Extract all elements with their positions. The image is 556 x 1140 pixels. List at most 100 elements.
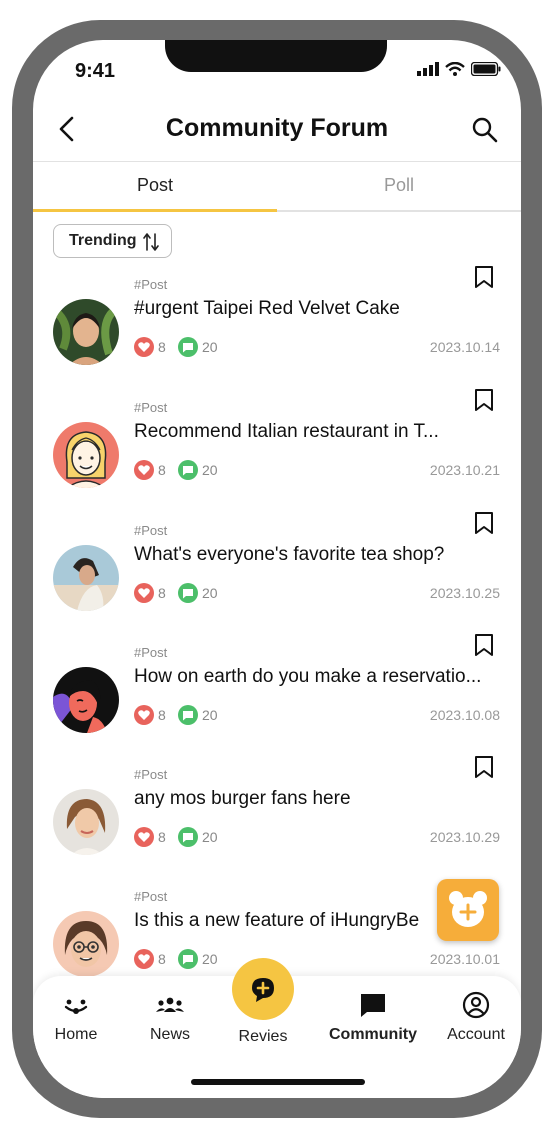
post-item[interactable]: #Post any mos burger fans here 8 20 2023… — [33, 756, 521, 889]
avatar — [53, 299, 119, 365]
tab-poll-label: Poll — [383, 175, 414, 195]
comment-icon — [178, 827, 198, 847]
comment-count[interactable]: 20 — [178, 460, 218, 480]
comment-icon — [178, 583, 198, 603]
bookmark-icon[interactable] — [473, 388, 495, 412]
nav-community-label: Community — [329, 1026, 417, 1043]
bear-plus-icon — [449, 891, 487, 927]
comment-icon — [178, 705, 198, 725]
post-item[interactable]: #Post #urgent Taipei Red Velvet Cake 8 2… — [33, 266, 521, 399]
post-date: 2023.10.01 — [429, 951, 500, 967]
post-title[interactable]: #urgent Taipei Red Velvet Cake — [134, 298, 503, 320]
post-date: 2023.10.14 — [429, 339, 500, 355]
app-header: Community Forum — [33, 96, 521, 162]
people-icon — [156, 997, 184, 1012]
post-title[interactable]: Recommend Italian restaurant in T... — [134, 421, 503, 443]
chat-plus-icon — [252, 978, 274, 1002]
status-time: 9:41 — [75, 60, 116, 82]
message-icon — [361, 994, 385, 1017]
avatar — [53, 667, 119, 733]
page-title: Community Forum — [165, 114, 389, 142]
comment-count-value: 20 — [202, 829, 218, 845]
post-date: 2023.10.08 — [429, 707, 500, 723]
post-title[interactable]: How on earth do you make a reservatio... — [134, 666, 503, 688]
post-tag: #Post — [134, 889, 168, 904]
like-count[interactable]: 8 — [134, 827, 166, 847]
like-count-value: 8 — [158, 585, 166, 601]
tab-bar: Post Poll — [33, 162, 521, 212]
nav-account[interactable]: Account — [441, 990, 511, 1044]
avatar — [53, 422, 119, 488]
comment-count[interactable]: 20 — [178, 949, 218, 969]
comment-count-value: 20 — [202, 707, 218, 723]
status-icons — [417, 62, 501, 76]
nav-news-label: News — [149, 1026, 190, 1043]
signal-icon — [417, 62, 439, 76]
tab-poll[interactable]: Poll — [277, 162, 521, 210]
trending-label: Trending — [69, 232, 137, 249]
notch — [165, 40, 387, 72]
bookmark-icon[interactable] — [473, 511, 495, 535]
trending-sort-button[interactable]: Trending — [53, 224, 172, 258]
nav-account-label: Account — [447, 1026, 505, 1043]
nav-reviews[interactable]: Revies — [229, 1028, 297, 1046]
post-item[interactable]: #Post What's everyone's favorite tea sho… — [33, 512, 521, 645]
tab-post-label: Post — [136, 175, 174, 195]
like-count[interactable]: 8 — [134, 705, 166, 725]
tab-underline — [33, 209, 277, 212]
avatar — [53, 789, 119, 855]
search-icon[interactable] — [471, 116, 499, 144]
comment-count-value: 20 — [202, 951, 218, 967]
write-review-button[interactable] — [232, 958, 294, 1020]
like-count[interactable]: 8 — [134, 949, 166, 969]
bookmark-icon[interactable] — [473, 633, 495, 657]
heart-icon — [134, 583, 154, 603]
like-count-value: 8 — [158, 829, 166, 845]
post-tag: #Post — [134, 523, 168, 538]
heart-icon — [134, 337, 154, 357]
comment-icon — [178, 460, 198, 480]
post-title[interactable]: What's everyone's favorite tea shop? — [134, 544, 503, 566]
like-count[interactable]: 8 — [134, 583, 166, 603]
comment-count[interactable]: 20 — [178, 705, 218, 725]
like-count-value: 8 — [158, 707, 166, 723]
avatar — [53, 911, 119, 977]
post-title[interactable]: any mos burger fans here — [134, 788, 503, 810]
comment-icon — [178, 949, 198, 969]
bookmark-icon[interactable] — [473, 755, 495, 779]
comment-icon — [178, 337, 198, 357]
app-screen: 9:41 Community Forum Post Poll Trending … — [33, 40, 521, 1098]
comment-count-value: 20 — [202, 339, 218, 355]
battery-icon — [471, 62, 501, 76]
nav-reviews-label: Revies — [238, 1028, 288, 1045]
heart-icon — [134, 705, 154, 725]
post-date: 2023.10.25 — [429, 585, 500, 601]
heart-icon — [134, 827, 154, 847]
like-count-value: 8 — [158, 951, 166, 967]
home-indicator — [191, 1079, 365, 1085]
like-count[interactable]: 8 — [134, 337, 166, 357]
comment-count-value: 20 — [202, 585, 218, 601]
post-tag: #Post — [134, 645, 168, 660]
post-tag: #Post — [134, 400, 168, 415]
comment-count[interactable]: 20 — [178, 827, 218, 847]
user-icon — [462, 991, 490, 1019]
like-count[interactable]: 8 — [134, 460, 166, 480]
nav-community[interactable]: Community — [323, 990, 423, 1044]
comment-count[interactable]: 20 — [178, 583, 218, 603]
add-post-fab[interactable] — [437, 879, 499, 941]
comment-count-value: 20 — [202, 462, 218, 478]
post-item[interactable]: #Post How on earth do you make a reserva… — [33, 634, 521, 767]
post-date: 2023.10.21 — [429, 462, 500, 478]
avatar — [53, 545, 119, 611]
post-tag: #Post — [134, 767, 168, 782]
bookmark-icon[interactable] — [473, 265, 495, 289]
tab-post[interactable]: Post — [33, 162, 277, 212]
like-count-value: 8 — [158, 339, 166, 355]
post-date: 2023.10.29 — [429, 829, 500, 845]
sort-arrows-icon — [143, 233, 159, 251]
post-item[interactable]: #Post Recommend Italian restaurant in T.… — [33, 389, 521, 522]
nav-home[interactable]: Home — [45, 990, 107, 1044]
nav-news[interactable]: News — [141, 990, 199, 1044]
comment-count[interactable]: 20 — [178, 337, 218, 357]
